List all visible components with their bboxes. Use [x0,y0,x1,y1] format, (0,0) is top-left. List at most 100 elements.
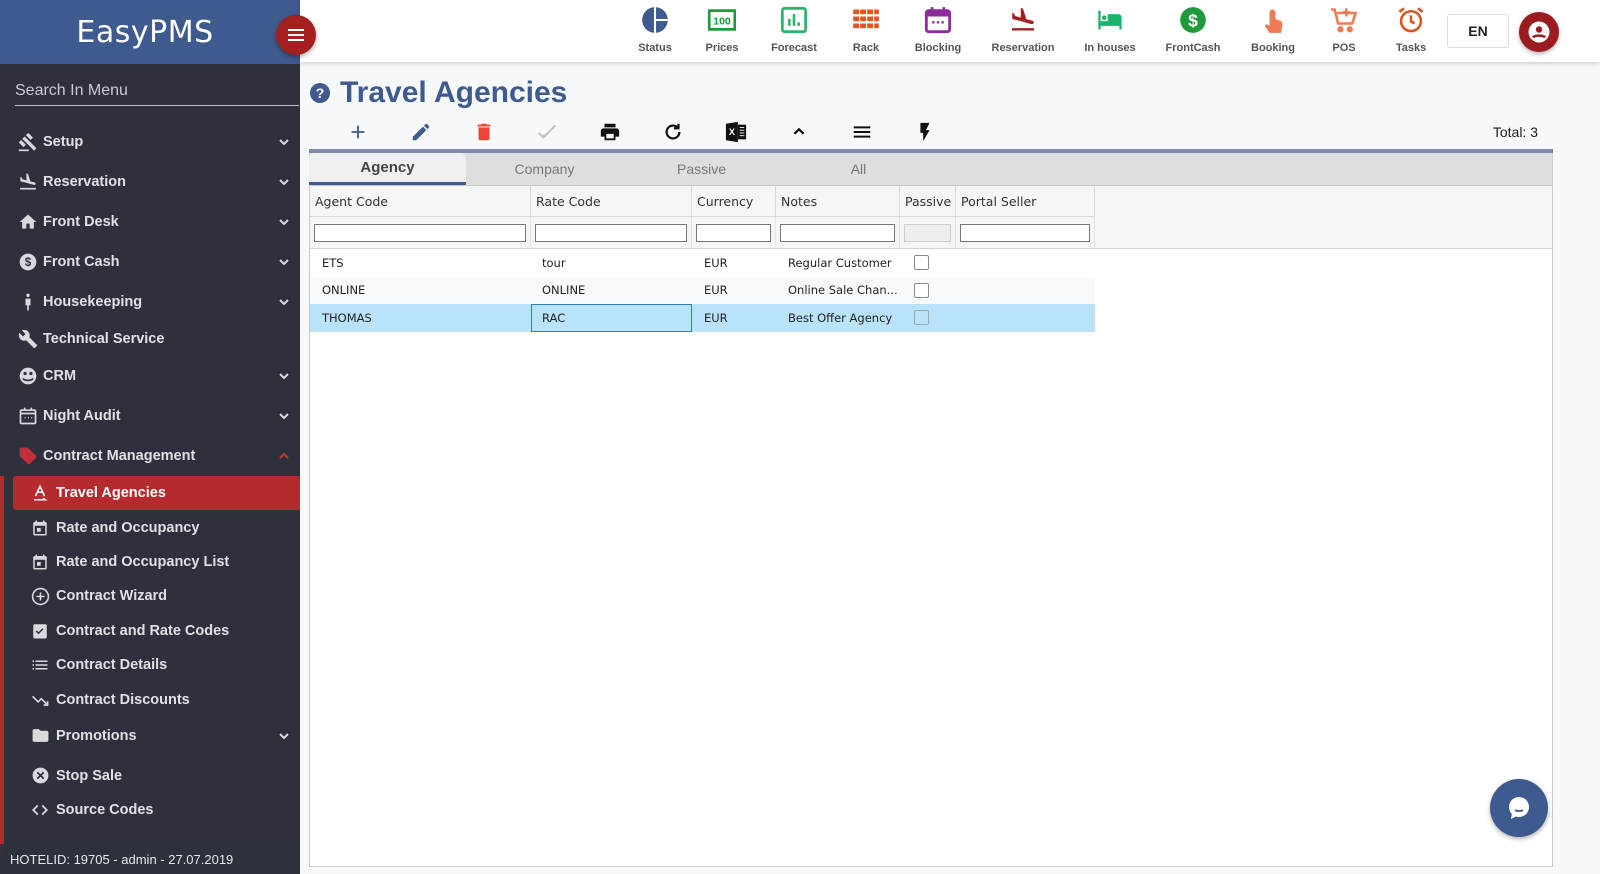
sidebar-item-housekeeping[interactable]: Housekeeping [0,282,300,322]
cell-rate-code-focused[interactable]: RAC [531,304,692,332]
cell-notes[interactable]: Online Sale Chan... [776,277,900,305]
filter-rate-code[interactable] [535,223,687,242]
help-icon[interactable]: ? [310,83,330,103]
column-header-notes[interactable]: Notes [776,186,900,216]
brand-logo[interactable]: EasyPMS [76,15,213,50]
export-excel-button[interactable]: X [704,118,767,146]
filter-agent-code[interactable] [314,223,526,242]
quick-action-forecast[interactable]: Forecast [754,6,834,54]
print-button[interactable] [578,118,641,146]
total-count: Total: 3 [1492,124,1538,140]
quick-action-rack[interactable]: Rack [826,6,906,54]
filter-currency[interactable] [696,223,771,242]
quick-action-reservation[interactable]: Reservation [983,6,1063,54]
filter-tabs: Agency Company Passive All [309,153,1553,185]
column-header-passive[interactable]: Passive [900,186,956,216]
quick-action-in-houses[interactable]: In houses [1070,6,1150,54]
filter-notes[interactable] [780,223,895,242]
table-row[interactable]: ETS tour EUR Regular Customer [310,249,1095,277]
column-menu-button[interactable] [830,118,893,146]
cell-notes[interactable]: Regular Customer [776,249,900,277]
quick-action-frontcash[interactable]: $ FrontCash [1153,6,1233,54]
sidebar-item-label: Front Cash [43,254,120,270]
column-header-rate-code[interactable]: Rate Code [531,186,692,216]
column-header-portal-seller[interactable]: Portal Seller [956,186,1095,216]
sidebar-item-contract-and-rate-codes[interactable]: Contract and Rate Codes [13,614,300,648]
cell-agent-code[interactable]: THOMAS [310,304,531,332]
sidebar-item-technical-service[interactable]: Technical Service [0,322,300,356]
tab-agency[interactable]: Agency [309,153,466,185]
sidebar-item-contract-management[interactable]: Contract Management [0,436,300,476]
table-row[interactable]: ONLINE ONLINE EUR Online Sale Chan... [310,276,1095,305]
sidebar-item-setup[interactable]: Setup [0,122,300,162]
alarm-icon [1398,7,1424,33]
passive-checkbox[interactable] [914,310,929,326]
sidebar-item-contract-wizard[interactable]: Contract Wizard [13,579,300,613]
edit-button[interactable] [389,118,452,146]
cell-currency[interactable]: EUR [692,249,776,277]
dollar-circle-icon: $ [1180,7,1206,33]
flash-icon [919,122,930,142]
sidebar-item-contract-details[interactable]: Contract Details [13,648,300,682]
approve-button[interactable] [515,118,578,146]
sidebar-item-rate-and-occupancy[interactable]: Rate and Occupancy [13,510,300,544]
grid-header: Agent Code Rate Code Currency Notes Pass… [310,186,1552,249]
chevron-down-icon [279,179,289,186]
quick-action-booking[interactable]: Booking [1233,6,1313,54]
add-button[interactable] [326,118,389,146]
sidebar-item-label: Contract Wizard [56,588,168,605]
tab-passive[interactable]: Passive [623,153,780,185]
crm-icon [17,365,39,387]
filter-portal-seller[interactable] [960,223,1090,242]
sidebar-item-crm[interactable]: CRM [0,356,300,396]
cell-agent-code[interactable]: ONLINE [310,277,531,305]
sidebar-item-reservation[interactable]: Reservation [0,162,300,202]
cell-currency[interactable]: EUR [692,277,776,305]
delete-button[interactable] [452,118,515,146]
passive-checkbox[interactable] [914,255,929,271]
menu-search-input[interactable] [15,82,299,100]
chat-button[interactable] [1490,779,1548,837]
column-header-agent-code[interactable]: Agent Code [310,186,531,216]
sidebar-item-front-desk[interactable]: Front Desk [0,202,300,242]
excel-icon: X [725,121,746,143]
passive-checkbox[interactable] [914,282,929,298]
sidebar-item-night-audit[interactable]: Night Audit [0,396,300,436]
menu-toggle-button[interactable] [276,15,316,55]
sidebar-item-label: Rate and Occupancy [56,519,200,536]
page-header: ? Travel Agencies [310,76,567,110]
tab-all[interactable]: All [780,153,937,185]
cell-portal-seller[interactable] [956,277,1095,305]
cell-agent-code[interactable]: ETS [310,249,531,277]
check-icon [537,124,556,140]
calendar-day-icon [30,552,50,572]
user-menu-button[interactable] [1519,12,1559,52]
sidebar-item-contract-discounts[interactable]: Contract Discounts [13,682,300,716]
sidebar-item-travel-agencies[interactable]: Travel Agencies [13,476,300,511]
quick-action-blocking[interactable]: Blocking [898,6,978,54]
calendar-icon [17,405,39,427]
tab-company[interactable]: Company [466,153,623,185]
cell-portal-seller[interactable] [956,304,1095,332]
collapse-button[interactable] [767,118,830,146]
sidebar-item-promotions[interactable]: Promotions [13,717,300,755]
cell-currency[interactable]: EUR [692,304,776,332]
quick-action-button[interactable] [893,118,956,146]
sidebar-item-stop-sale[interactable]: Stop Sale [13,759,300,793]
cell-portal-seller[interactable] [956,249,1095,277]
sidebar-item-source-codes[interactable]: Source Codes [13,793,300,827]
sidebar-item-rate-and-occupancy-list[interactable]: Rate and Occupancy List [13,545,300,579]
column-header-currency[interactable]: Currency [692,186,776,216]
sidebar-item-label: Stop Sale [56,767,123,784]
cell-notes[interactable]: Best Offer Agency [776,304,900,332]
cell-rate-code[interactable]: ONLINE [531,277,692,305]
sidebar-item-label: Contract and Rate Codes [56,622,230,639]
quick-action-tasks[interactable]: Tasks [1371,6,1451,54]
cancel-circle-icon [30,766,50,786]
quick-action-prices[interactable]: 100 Prices [682,6,762,54]
language-selector[interactable]: EN [1447,14,1509,48]
refresh-button[interactable] [641,118,704,146]
cell-rate-code[interactable]: tour [531,249,692,277]
sidebar-item-front-cash[interactable]: $ Front Cash [0,242,300,282]
table-row-selected[interactable]: THOMAS RAC EUR Best Offer Agency [310,304,1095,332]
